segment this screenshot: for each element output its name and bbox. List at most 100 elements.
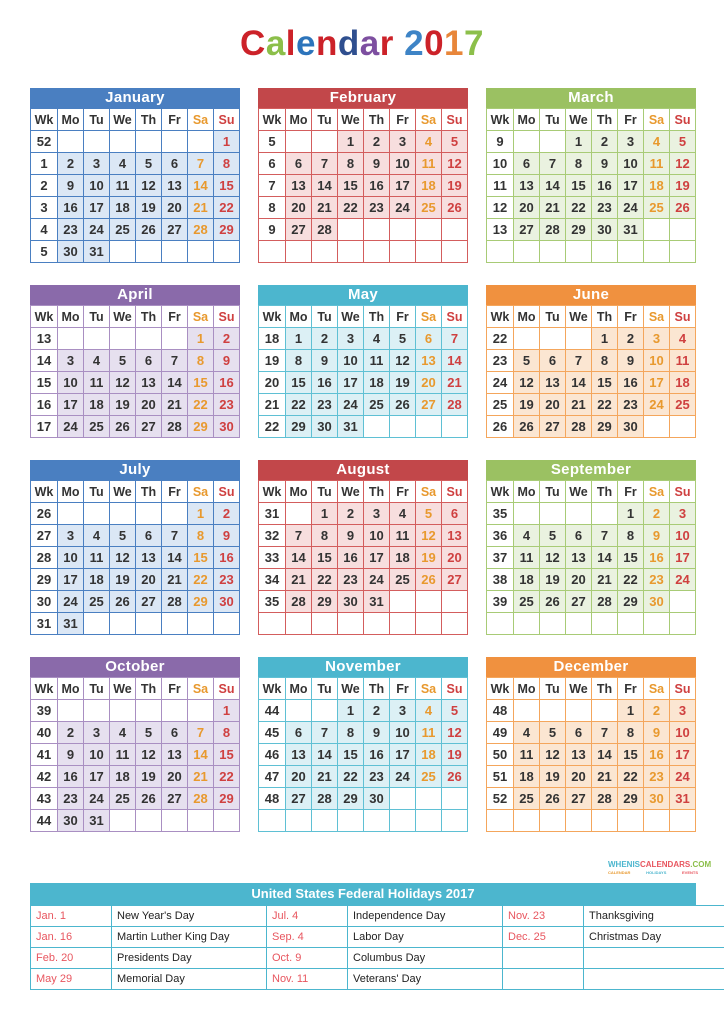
day-cell[interactable]: 12	[669, 152, 696, 175]
day-cell[interactable]: 1	[213, 130, 240, 153]
day-cell[interactable]: 7	[591, 524, 618, 547]
day-cell[interactable]: 16	[591, 174, 618, 197]
day-cell[interactable]: 6	[161, 721, 188, 744]
day-cell[interactable]: 16	[57, 196, 84, 219]
day-cell[interactable]: 24	[669, 765, 696, 788]
day-cell[interactable]: 19	[415, 546, 442, 569]
day-cell[interactable]: 21	[161, 393, 188, 416]
day-cell[interactable]: 22	[311, 568, 338, 591]
day-cell[interactable]: 21	[591, 568, 618, 591]
day-cell[interactable]: 31	[617, 218, 644, 241]
day-cell[interactable]: 14	[591, 743, 618, 766]
day-cell[interactable]: 11	[83, 371, 110, 394]
day-cell[interactable]: 19	[389, 371, 416, 394]
day-cell[interactable]: 11	[109, 174, 136, 197]
day-cell[interactable]: 4	[415, 699, 442, 722]
day-cell[interactable]: 9	[213, 524, 240, 547]
day-cell[interactable]: 22	[187, 393, 214, 416]
day-cell[interactable]: 20	[285, 196, 312, 219]
day-cell[interactable]: 23	[591, 196, 618, 219]
day-cell[interactable]: 19	[441, 743, 468, 766]
day-cell[interactable]: 15	[187, 546, 214, 569]
day-cell[interactable]: 26	[539, 590, 566, 613]
day-cell[interactable]: 14	[311, 743, 338, 766]
day-cell[interactable]: 28	[441, 393, 468, 416]
day-cell[interactable]: 19	[109, 568, 136, 591]
day-cell[interactable]: 2	[337, 502, 364, 525]
day-cell[interactable]: 8	[565, 152, 592, 175]
day-cell[interactable]: 4	[415, 130, 442, 153]
day-cell[interactable]: 7	[187, 152, 214, 175]
day-cell[interactable]: 16	[213, 546, 240, 569]
day-cell[interactable]: 7	[591, 721, 618, 744]
day-cell[interactable]: 8	[617, 721, 644, 744]
day-cell[interactable]: 22	[337, 196, 364, 219]
day-cell[interactable]: 14	[591, 546, 618, 569]
day-cell[interactable]: 14	[187, 174, 214, 197]
day-cell[interactable]: 15	[337, 174, 364, 197]
day-cell[interactable]: 18	[363, 371, 390, 394]
day-cell[interactable]: 13	[161, 743, 188, 766]
day-cell[interactable]: 25	[643, 196, 670, 219]
day-cell[interactable]: 5	[441, 699, 468, 722]
day-cell[interactable]: 23	[57, 787, 84, 810]
day-cell[interactable]: 25	[109, 218, 136, 241]
day-cell[interactable]: 24	[83, 787, 110, 810]
day-cell[interactable]: 26	[109, 415, 136, 438]
day-cell[interactable]: 19	[539, 765, 566, 788]
day-cell[interactable]: 19	[109, 393, 136, 416]
day-cell[interactable]: 20	[161, 196, 188, 219]
day-cell[interactable]: 25	[83, 590, 110, 613]
day-cell[interactable]: 18	[109, 196, 136, 219]
day-cell[interactable]: 2	[213, 502, 240, 525]
day-cell[interactable]: 31	[363, 590, 390, 613]
day-cell[interactable]: 3	[389, 130, 416, 153]
day-cell[interactable]: 17	[643, 371, 670, 394]
day-cell[interactable]: 5	[669, 130, 696, 153]
day-cell[interactable]: 2	[617, 327, 644, 350]
day-cell[interactable]: 17	[389, 743, 416, 766]
day-cell[interactable]: 31	[669, 787, 696, 810]
day-cell[interactable]: 14	[285, 546, 312, 569]
day-cell[interactable]: 17	[669, 546, 696, 569]
day-cell[interactable]: 19	[539, 568, 566, 591]
day-cell[interactable]: 4	[513, 524, 540, 547]
day-cell[interactable]: 5	[109, 349, 136, 372]
day-cell[interactable]: 28	[591, 590, 618, 613]
day-cell[interactable]: 3	[389, 699, 416, 722]
day-cell[interactable]: 19	[135, 196, 162, 219]
day-cell[interactable]: 28	[591, 787, 618, 810]
day-cell[interactable]: 12	[135, 743, 162, 766]
day-cell[interactable]: 15	[617, 546, 644, 569]
day-cell[interactable]: 9	[363, 721, 390, 744]
day-cell[interactable]: 27	[161, 218, 188, 241]
day-cell[interactable]: 24	[57, 415, 84, 438]
day-cell[interactable]: 13	[565, 546, 592, 569]
day-cell[interactable]: 6	[135, 349, 162, 372]
day-cell[interactable]: 7	[311, 721, 338, 744]
day-cell[interactable]: 16	[643, 546, 670, 569]
day-cell[interactable]: 1	[617, 699, 644, 722]
day-cell[interactable]: 10	[337, 349, 364, 372]
day-cell[interactable]: 25	[513, 787, 540, 810]
day-cell[interactable]: 24	[389, 765, 416, 788]
day-cell[interactable]: 27	[565, 787, 592, 810]
day-cell[interactable]: 28	[187, 787, 214, 810]
day-cell[interactable]: 16	[363, 174, 390, 197]
day-cell[interactable]: 9	[57, 743, 84, 766]
day-cell[interactable]: 16	[57, 765, 84, 788]
day-cell[interactable]: 5	[389, 327, 416, 350]
day-cell[interactable]: 6	[565, 721, 592, 744]
day-cell[interactable]: 29	[285, 415, 312, 438]
day-cell[interactable]: 6	[285, 721, 312, 744]
day-cell[interactable]: 3	[83, 152, 110, 175]
day-cell[interactable]: 4	[363, 327, 390, 350]
day-cell[interactable]: 1	[617, 502, 644, 525]
day-cell[interactable]: 9	[363, 152, 390, 175]
day-cell[interactable]: 17	[617, 174, 644, 197]
day-cell[interactable]: 3	[57, 349, 84, 372]
day-cell[interactable]: 29	[213, 787, 240, 810]
day-cell[interactable]: 24	[643, 393, 670, 416]
day-cell[interactable]: 12	[539, 743, 566, 766]
day-cell[interactable]: 6	[285, 152, 312, 175]
